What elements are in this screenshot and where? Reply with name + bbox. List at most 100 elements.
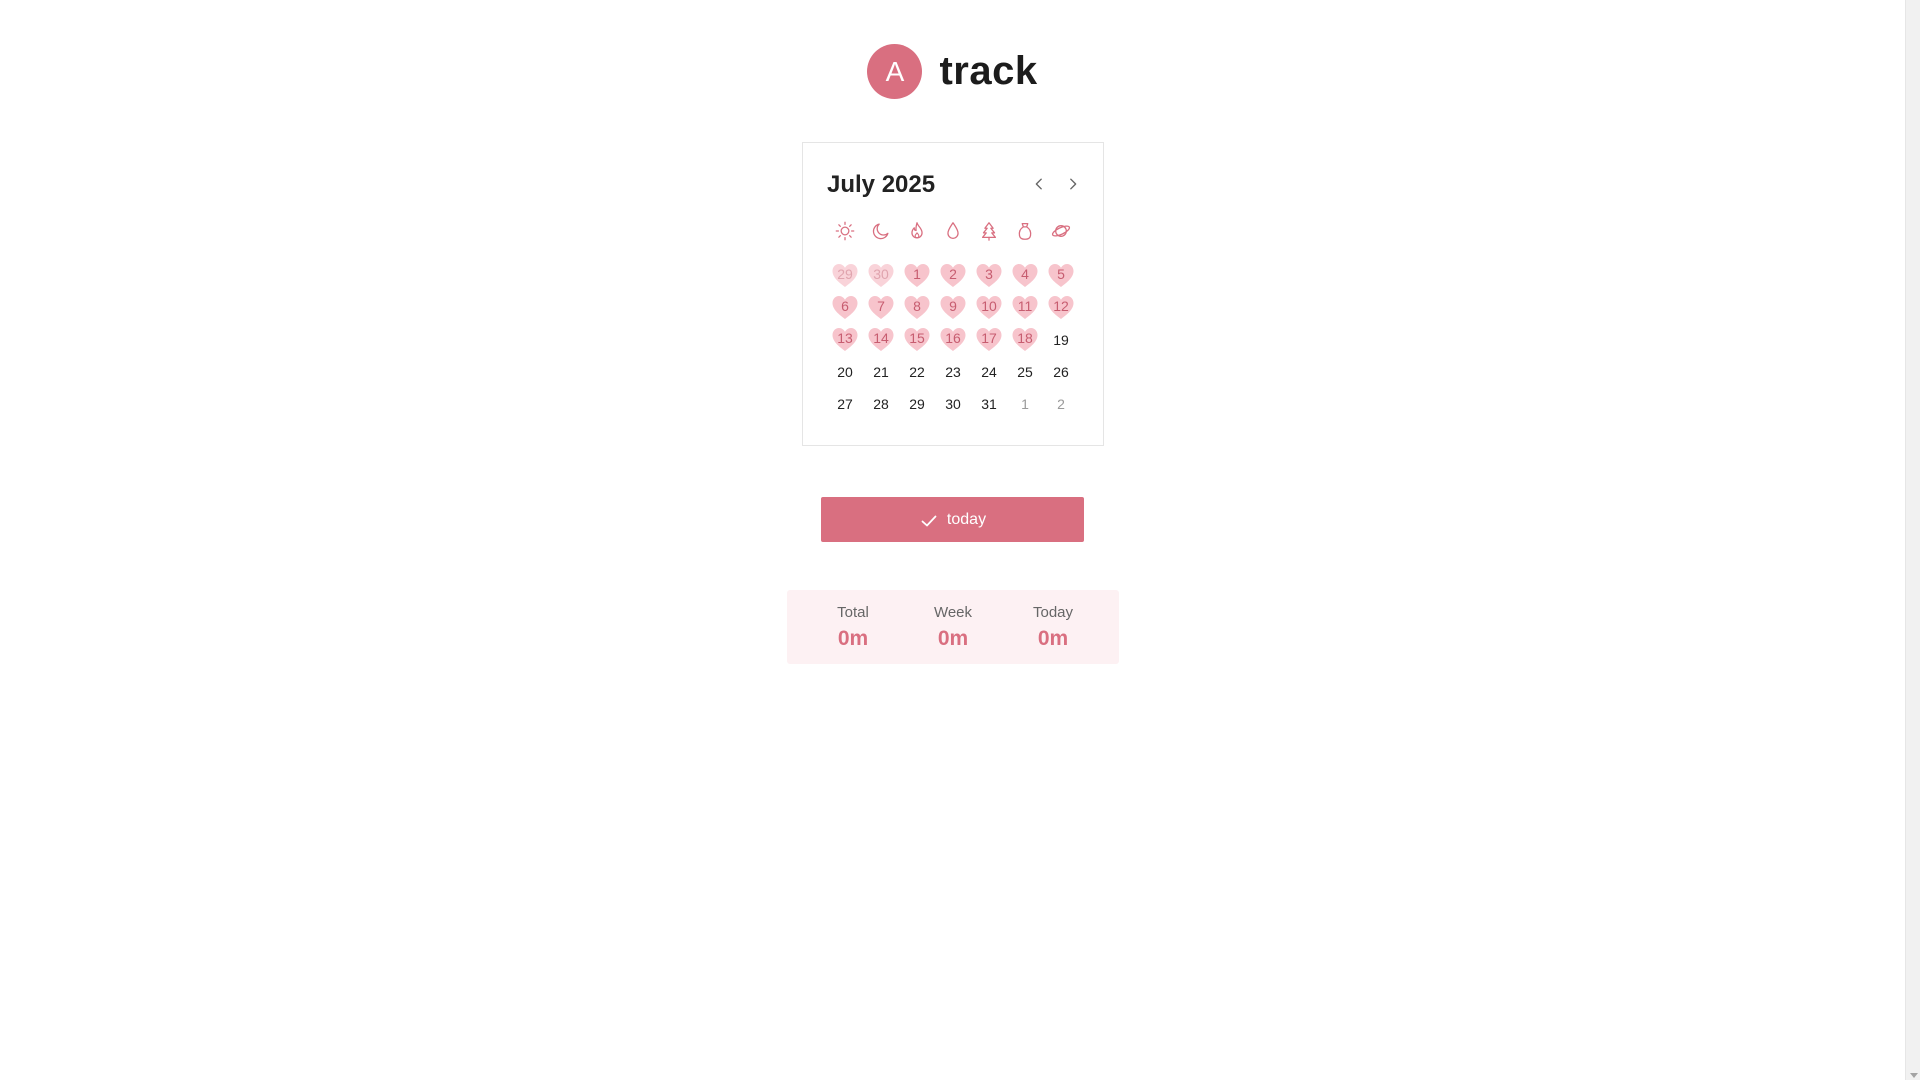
calendar-day-number: 10 — [981, 298, 997, 314]
calendar-day[interactable]: 14 — [863, 324, 899, 356]
weekday-flame — [899, 218, 935, 244]
calendar-day-number: 28 — [873, 396, 889, 412]
calendar-day[interactable]: 9 — [935, 292, 971, 324]
calendar-day[interactable]: 22 — [899, 356, 935, 388]
stat-week: Week 0m — [903, 604, 1003, 651]
calendar-day[interactable]: 5 — [1043, 260, 1079, 292]
calendar-day[interactable]: 12 — [1043, 292, 1079, 324]
vertical-scrollbar[interactable] — [1905, 0, 1920, 1080]
app-title: track — [939, 49, 1038, 93]
calendar-day[interactable]: 10 — [971, 292, 1007, 324]
calendar-day[interactable]: 18 — [1007, 324, 1043, 356]
chevron-right-icon — [1070, 178, 1077, 190]
calendar-day[interactable]: 30 — [935, 388, 971, 420]
calendar-day-number: 30 — [945, 396, 961, 412]
calendar-day-number: 20 — [837, 364, 853, 380]
calendar-day[interactable]: 17 — [971, 324, 1007, 356]
calendar-day-number: 23 — [945, 364, 961, 380]
calendar-day[interactable]: 24 — [971, 356, 1007, 388]
calendar-day-number: 11 — [1017, 298, 1033, 314]
calendar-day[interactable]: 1 — [1007, 388, 1043, 420]
calendar-day-number: 30 — [873, 266, 889, 282]
calendar-day[interactable]: 2 — [935, 260, 971, 292]
droplet-icon — [947, 222, 959, 239]
weekday-droplet — [935, 218, 971, 244]
calendar-day-number: 27 — [837, 396, 853, 412]
weekday-pouch — [1007, 218, 1043, 244]
calendar-day-number: 24 — [981, 364, 997, 380]
calendar-day[interactable]: 20 — [827, 356, 863, 388]
calendar-day-number: 29 — [909, 396, 925, 412]
calendar-day-number: 5 — [1057, 266, 1065, 282]
calendar-day[interactable]: 29 — [827, 260, 863, 292]
calendar-day-number: 4 — [1021, 266, 1029, 282]
calendar-day-number: 22 — [909, 364, 925, 380]
stat-label: Total — [837, 603, 869, 621]
calendar-day[interactable]: 15 — [899, 324, 935, 356]
stat-value: 0m — [837, 626, 869, 650]
weekday-moon — [863, 218, 899, 244]
previous-month-button[interactable] — [1028, 173, 1050, 195]
calendar-day-number: 1 — [1021, 396, 1029, 412]
calendar-day[interactable]: 4 — [1007, 260, 1043, 292]
calendar-day[interactable]: 31 — [971, 388, 1007, 420]
weekday-sun — [827, 218, 863, 244]
calendar: July 2025 29 30 1 2 3 4 5 6 7 8 9 10 11 … — [802, 142, 1104, 446]
calendar-day-number: 6 — [841, 298, 849, 314]
calendar-day[interactable]: 8 — [899, 292, 935, 324]
calendar-day[interactable]: 1 — [899, 260, 935, 292]
calendar-day[interactable]: 6 — [827, 292, 863, 324]
app-header: A track — [0, 44, 1905, 99]
check-icon — [921, 515, 937, 526]
calendar-day-number: 12 — [1053, 298, 1069, 314]
chevron-left-icon — [1035, 178, 1042, 190]
calendar-day[interactable]: 27 — [827, 388, 863, 420]
calendar-day[interactable]: 13 — [827, 324, 863, 356]
calendar-day-number: 19 — [1053, 332, 1069, 348]
weekday-header-row — [827, 218, 1079, 244]
calendar-day[interactable]: 25 — [1007, 356, 1043, 388]
avatar[interactable]: A — [867, 44, 923, 99]
calendar-day-number: 14 — [873, 330, 889, 346]
stat-total: Total 0m — [803, 604, 903, 651]
calendar-day-number: 8 — [913, 298, 921, 314]
calendar-day-number: 17 — [981, 330, 997, 346]
calendar-day-number: 15 — [909, 330, 925, 346]
calendar-day-number: 18 — [1017, 330, 1033, 346]
calendar-day[interactable]: 29 — [899, 388, 935, 420]
calendar-day[interactable]: 2 — [1043, 388, 1079, 420]
days-grid: 29 30 1 2 3 4 5 6 7 8 9 10 11 12 13 14 15 16 17 18 19 20 21 22 2… — [827, 260, 1079, 420]
calendar-day-number: 21 — [873, 364, 889, 380]
calendar-day-number: 25 — [1017, 364, 1033, 380]
mark-today-button[interactable]: today — [821, 497, 1084, 542]
calendar-day-number: 16 — [945, 330, 961, 346]
page: A track July 2025 29 30 1 2 3 4 5 6 7 8 … — [0, 0, 1905, 1080]
calendar-day-number: 2 — [1057, 396, 1065, 412]
calendar-day-number: 2 — [949, 266, 957, 282]
calendar-day[interactable]: 23 — [935, 356, 971, 388]
calendar-day[interactable]: 11 — [1007, 292, 1043, 324]
stat-label: Week — [933, 603, 973, 621]
scroll-down-arrow-icon[interactable] — [1910, 1073, 1918, 1078]
stat-today: Today 0m — [1003, 604, 1103, 651]
calendar-day[interactable]: 3 — [971, 260, 1007, 292]
stats-panel: Total 0m Week 0m Today 0m — [787, 590, 1119, 664]
calendar-day[interactable]: 28 — [863, 388, 899, 420]
calendar-month-title: July 2025 — [827, 171, 936, 198]
stat-label: Today — [1032, 603, 1074, 621]
calendar-day-number: 13 — [837, 330, 853, 346]
calendar-day[interactable]: 19 — [1043, 324, 1079, 356]
flame-icon — [911, 222, 923, 239]
calendar-day[interactable]: 26 — [1043, 356, 1079, 388]
calendar-day[interactable]: 7 — [863, 292, 899, 324]
weekday-planet — [1043, 218, 1079, 244]
calendar-day-number: 29 — [837, 266, 853, 282]
next-month-button[interactable] — [1062, 173, 1084, 195]
calendar-day[interactable]: 30 — [863, 260, 899, 292]
calendar-day[interactable]: 16 — [935, 324, 971, 356]
calendar-day-number: 26 — [1053, 364, 1069, 380]
tree-icon — [981, 222, 997, 241]
sun-icon — [835, 221, 855, 241]
calendar-day[interactable]: 21 — [863, 356, 899, 388]
stat-value: 0m — [937, 626, 969, 650]
